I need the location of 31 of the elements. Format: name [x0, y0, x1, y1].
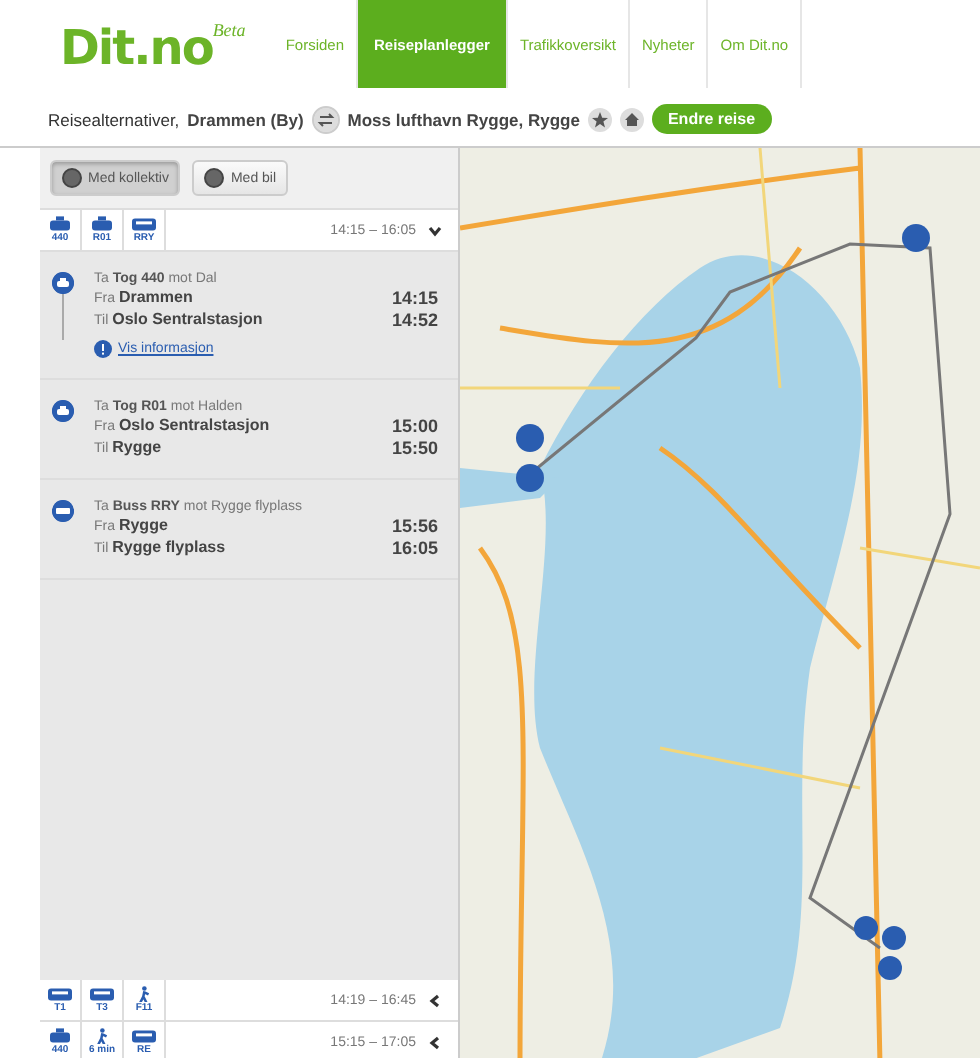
- bus-icon: [132, 1027, 156, 1045]
- route-prefix: Reisealternativer,: [48, 109, 180, 129]
- bus-stop-icon: [52, 500, 74, 522]
- info-icon: [94, 340, 112, 358]
- change-trip-button[interactable]: Endre reise: [651, 104, 772, 134]
- walk-icon: [135, 985, 153, 1003]
- chevron-icon[interactable]: [428, 223, 442, 237]
- bus-icon: [132, 215, 156, 233]
- train-stop-icon: [52, 400, 74, 422]
- chevron-icon[interactable]: [428, 1035, 442, 1049]
- beta-label: Beta: [212, 20, 246, 40]
- bus-icon: [48, 985, 72, 1003]
- swap-icon[interactable]: [311, 105, 340, 133]
- departure-time: 15:00: [391, 416, 438, 436]
- arrival-time: 14:52: [391, 310, 438, 330]
- origin-text: Drammen (By): [187, 109, 304, 129]
- star-icon[interactable]: [587, 107, 612, 131]
- walk-icon: [93, 1027, 111, 1045]
- train-icon: [90, 215, 114, 233]
- train-icon: [48, 1027, 72, 1045]
- arrival-time: 15:50: [391, 438, 438, 458]
- departure-time: 15:56: [391, 516, 438, 536]
- chevron-icon[interactable]: [428, 993, 442, 1007]
- train-stop-icon: [52, 272, 74, 294]
- home-icon[interactable]: [619, 107, 644, 131]
- logo[interactable]: Dit.no: [60, 20, 213, 76]
- departure-time: 14:15: [391, 288, 438, 308]
- destination-text: Moss lufthavn Rygge, Rygge: [347, 109, 580, 129]
- arrival-time: 16:05: [391, 538, 438, 558]
- bus-icon: [90, 985, 114, 1003]
- train-icon: [48, 215, 72, 233]
